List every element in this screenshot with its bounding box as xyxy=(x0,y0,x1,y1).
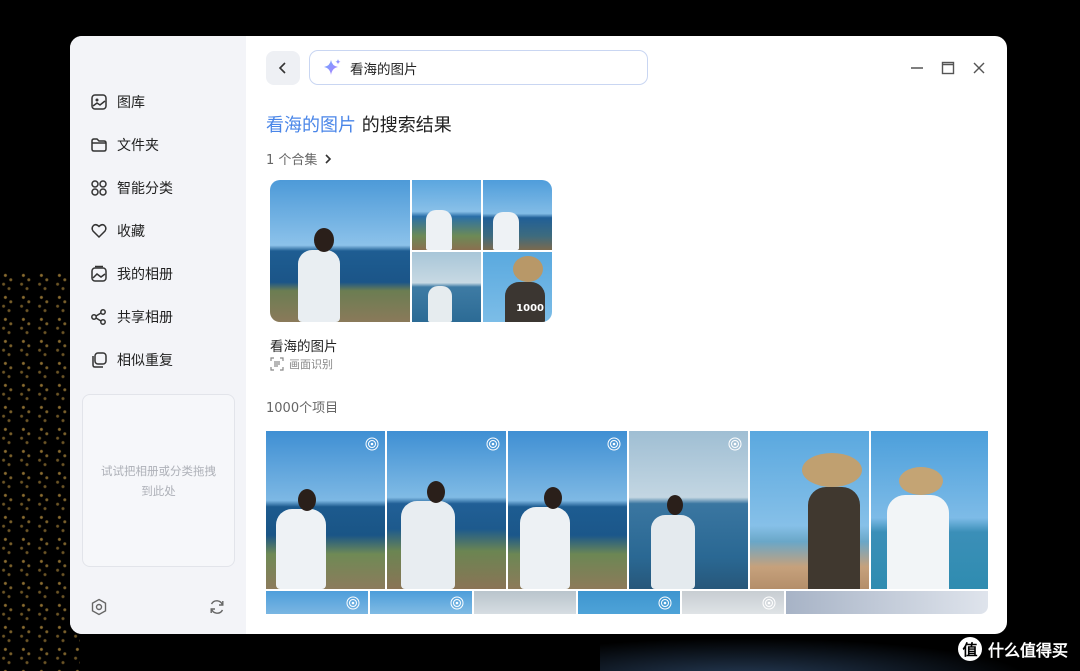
sidebar-item-folders[interactable]: 文件夹 xyxy=(70,123,246,166)
collections-count: 1 个合集 xyxy=(266,153,318,168)
sync-icon[interactable] xyxy=(208,598,226,616)
person-figure xyxy=(651,515,695,589)
watermark-badge: 值 xyxy=(957,637,982,661)
person-head xyxy=(544,487,562,509)
sidebar-item-favorites[interactable]: 收藏 xyxy=(70,209,246,252)
sidebar-item-label: 收藏 xyxy=(117,223,145,240)
album-thumb-1 xyxy=(412,180,481,250)
person-head xyxy=(667,495,683,515)
search-input[interactable]: 看海的图片 xyxy=(309,50,648,85)
person-figure xyxy=(428,286,452,322)
sidebar-item-label: 相似重复 xyxy=(117,352,173,369)
live-photo-icon xyxy=(365,437,379,451)
sidebar-item-label: 共享相册 xyxy=(117,309,173,326)
title-suffix: 的搜索结果 xyxy=(356,115,452,136)
scan-recognition-icon xyxy=(270,357,284,371)
person-head xyxy=(298,489,316,511)
hat xyxy=(899,467,943,495)
album-drop-zone[interactable]: 试试把相册或分类拖拽到此处 xyxy=(82,394,235,567)
maximize-icon[interactable] xyxy=(940,60,956,76)
sidebar-item-similar-duplicates[interactable]: 相似重复 xyxy=(70,338,246,381)
person-figure xyxy=(505,282,545,322)
person-head xyxy=(314,228,334,252)
live-photo-icon xyxy=(450,596,464,610)
photo-thumb[interactable] xyxy=(578,591,680,614)
live-photo-icon xyxy=(486,437,500,451)
sidebar-item-gallery[interactable]: 图库 xyxy=(70,80,246,123)
chevron-left-icon xyxy=(278,62,286,74)
collection-tag: 画面识别 xyxy=(270,356,333,372)
ai-sparkle-icon xyxy=(324,58,341,75)
photo-thumb[interactable] xyxy=(682,591,784,614)
photo-thumb[interactable] xyxy=(871,431,988,589)
photo-thumb[interactable] xyxy=(750,431,869,589)
sidebar-item-label: 文件夹 xyxy=(117,137,159,154)
person-head xyxy=(427,481,445,503)
live-photo-icon xyxy=(607,437,621,451)
search-query: 看海的图片 xyxy=(350,61,418,78)
photo-thumb[interactable] xyxy=(508,431,627,589)
live-photo-icon xyxy=(762,596,776,610)
grid-categories-icon xyxy=(91,179,107,196)
drop-zone-hint: 试试把相册或分类拖拽到此处 xyxy=(101,463,216,498)
collection-tag-label: 画面识别 xyxy=(289,358,333,371)
search-term-highlight: 看海的图片 xyxy=(266,115,356,136)
album-icon xyxy=(91,265,107,282)
photos-app-window: 图库 文件夹 智能分类 收藏 我的相册 共享相册 相似重复 试试把相册或分类拖拽… xyxy=(70,36,1007,634)
photo-thumb[interactable] xyxy=(370,591,472,614)
sidebar-item-shared-albums[interactable]: 共享相册 xyxy=(70,295,246,338)
site-watermark: 值 什么值得买 xyxy=(957,637,1068,661)
person-figure xyxy=(298,250,340,322)
photo-thumb[interactable] xyxy=(629,431,748,589)
live-photo-icon xyxy=(658,596,672,610)
sidebar-item-label: 智能分类 xyxy=(117,180,173,197)
sidebar-item-label: 我的相册 xyxy=(117,266,173,283)
person-figure xyxy=(426,210,452,250)
sidebar-item-smart-categories[interactable]: 智能分类 xyxy=(70,166,246,209)
settings-icon[interactable] xyxy=(90,598,108,616)
live-photo-icon xyxy=(346,596,360,610)
collections-header-link[interactable]: 1 个合集 xyxy=(266,149,333,168)
close-icon[interactable] xyxy=(971,60,987,76)
person-figure xyxy=(887,495,949,589)
share-icon xyxy=(91,308,106,325)
person-figure xyxy=(520,507,570,589)
background-stars xyxy=(0,271,80,671)
back-button[interactable] xyxy=(266,51,300,85)
sidebar: 图库 文件夹 智能分类 收藏 我的相册 共享相册 相似重复 试试把相册或分类拖拽… xyxy=(70,36,246,634)
collection-card[interactable]: 1000 xyxy=(270,180,552,322)
person-figure xyxy=(276,509,326,589)
hat xyxy=(513,256,543,282)
person-figure xyxy=(401,501,455,589)
photo-grid xyxy=(266,431,988,614)
person-figure xyxy=(493,212,519,250)
person-figure xyxy=(808,487,860,589)
photo-thumb[interactable] xyxy=(474,591,576,614)
sidebar-item-label: 图库 xyxy=(117,94,145,111)
chevron-right-icon xyxy=(325,153,332,164)
photo-thumb[interactable] xyxy=(266,431,385,589)
photo-thumb[interactable] xyxy=(786,591,988,614)
hat xyxy=(802,453,862,487)
photo-thumb[interactable] xyxy=(387,431,506,589)
gallery-icon xyxy=(91,93,107,110)
photo-thumb[interactable] xyxy=(266,591,368,614)
album-item-count: 1000 xyxy=(516,303,544,314)
watermark-text: 什么值得买 xyxy=(987,641,1068,660)
page-title: 看海的图片 的搜索结果 xyxy=(266,111,452,137)
items-count: 1000个项目 xyxy=(266,401,339,416)
album-thumb-3 xyxy=(412,252,481,322)
folder-icon xyxy=(91,137,107,152)
collection-name: 看海的图片 xyxy=(270,339,338,355)
album-cover-photo xyxy=(270,180,410,322)
heart-icon xyxy=(91,223,107,238)
minimize-icon[interactable] xyxy=(909,60,925,76)
sidebar-item-my-albums[interactable]: 我的相册 xyxy=(70,252,246,295)
duplicate-icon xyxy=(92,351,107,368)
album-thumb-2 xyxy=(483,180,552,250)
live-photo-icon xyxy=(728,437,742,451)
main-content: 看海的图片 看海的图片 的搜索结果 1 个合集 1000 看海的图片 画面识别 … xyxy=(246,36,1007,634)
